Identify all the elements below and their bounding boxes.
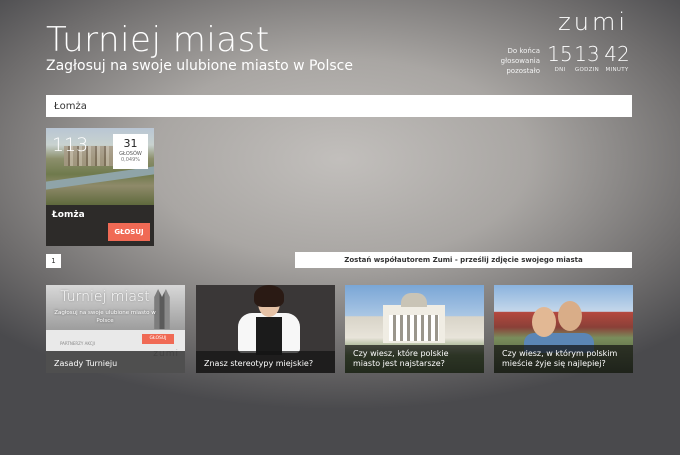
countdown-days-value: 15 (547, 42, 573, 66)
countdown-minutes-value: 42 (604, 42, 630, 66)
tile-rules-mini-subtitle: Zagłosuj na swoje ulubione miasto w Pols… (54, 310, 156, 324)
tile-rules[interactable]: Turniej miast Zagłosuj na swoje ulubione… (46, 285, 185, 373)
tile-photo-roof (401, 293, 427, 307)
vote-percent: 0,049% (120, 157, 141, 163)
countdown-days: 15 DNI (545, 42, 575, 73)
tile-photo-face-2 (558, 301, 582, 331)
tile-oldest-city-caption: Czy wiesz, które polskie miasto jest naj… (353, 349, 449, 368)
tile-rules-caption: Zasady Turnieju (54, 359, 118, 368)
votes-box: 31 GŁOSÓW 0,049% (113, 134, 148, 169)
zumi-logo[interactable]: zumi (558, 8, 628, 36)
city-rank: 113 (52, 134, 89, 156)
tile-rules-mini-button: GŁOSUJ (142, 334, 174, 344)
tile-rules-mini-partner: PARTNERZY AKCJI (60, 341, 95, 346)
countdown-hours-value: 13 (574, 42, 600, 66)
tile-photo-hair (254, 285, 284, 307)
countdown-minutes-unit: MINUTY (605, 67, 629, 73)
vote-count: 31 (123, 137, 138, 150)
tile-rules-mini-title: Turniej miast (60, 289, 150, 305)
tile-photo-face-1 (532, 307, 556, 337)
upload-photo-button[interactable]: Zostań współautorem Zumi - prześlij zdję… (295, 252, 632, 268)
city-card[interactable]: 113 31 GŁOSÓW 0,049% Łomża GŁOSUJ (46, 128, 154, 246)
tile-stereotypes-caption: Znasz stereotypy miejskie? (204, 359, 314, 368)
tile-stereotypes[interactable]: Znasz stereotypy miejskie? (196, 285, 335, 373)
city-name: Łomża (52, 210, 85, 220)
tile-oldest-city[interactable]: Czy wiesz, które polskie miasto jest naj… (345, 285, 484, 373)
tile-best-city-caption: Czy wiesz, w którym polskim mieście żyje… (502, 349, 618, 368)
countdown-minutes: 42 MINUTY (602, 42, 632, 73)
vote-button[interactable]: GŁOSUJ (108, 223, 150, 241)
tile-best-city[interactable]: Czy wiesz, w którym polskim mieście żyje… (494, 285, 633, 373)
page-subtitle: Zagłosuj na swoje ulubione miasto w Pols… (46, 58, 353, 74)
pagination-page[interactable]: 1 (46, 254, 61, 268)
tile-photo-columns (389, 315, 439, 341)
countdown-label: Do końca głosowania pozostało (500, 47, 540, 75)
page-title: Turniej miast (46, 20, 270, 60)
countdown-days-unit: DNI (554, 67, 566, 73)
city-photo-river (46, 166, 154, 190)
countdown-hours: 13 GODZIN (572, 42, 602, 73)
tile-photo-dress (256, 317, 282, 355)
city-search-input[interactable] (46, 95, 632, 117)
countdown-hours-unit: GODZIN (574, 67, 600, 73)
